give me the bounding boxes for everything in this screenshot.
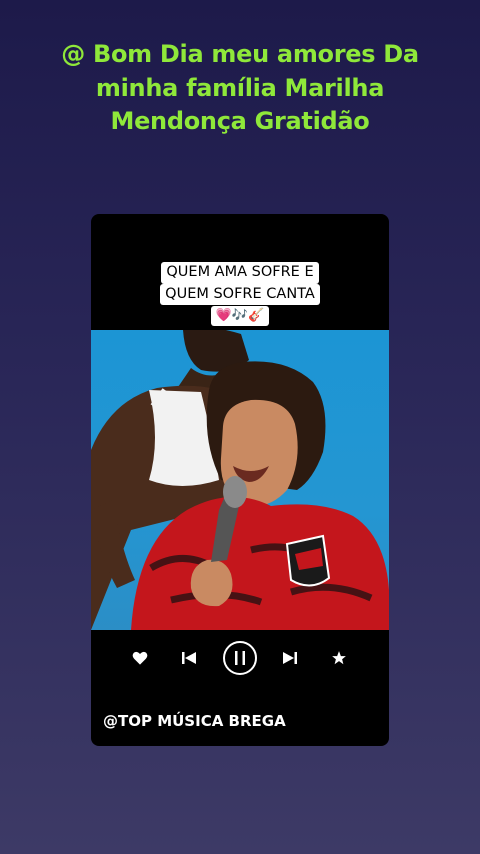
video-caption: QUEM AMA SOFRE E QUEM SOFRE CANTA 💗🎶🎸 xyxy=(145,262,335,327)
caption-line-2: QUEM SOFRE CANTA xyxy=(160,283,320,305)
star-icon[interactable] xyxy=(332,651,347,666)
post-title: @ Bom Dia meu amores Da minha família Ma… xyxy=(61,40,419,135)
skip-previous-icon[interactable] xyxy=(182,651,196,665)
pause-button[interactable] xyxy=(223,641,257,675)
channel-handle: @TOP MÚSICA BREGA xyxy=(103,712,286,730)
caption-emojis: 💗🎶🎸 xyxy=(210,306,270,326)
music-video-card[interactable]: QUEM AMA SOFRE E QUEM SOFRE CANTA 💗🎶🎸 @T… xyxy=(91,214,389,746)
video-frame[interactable] xyxy=(91,330,389,630)
player-controls xyxy=(91,630,389,684)
skip-next-icon[interactable] xyxy=(283,651,297,665)
singer-illustration xyxy=(91,330,389,630)
pause-icon xyxy=(235,651,245,665)
caption-line-1: QUEM AMA SOFRE E xyxy=(161,262,319,284)
heart-icon[interactable] xyxy=(132,651,148,666)
